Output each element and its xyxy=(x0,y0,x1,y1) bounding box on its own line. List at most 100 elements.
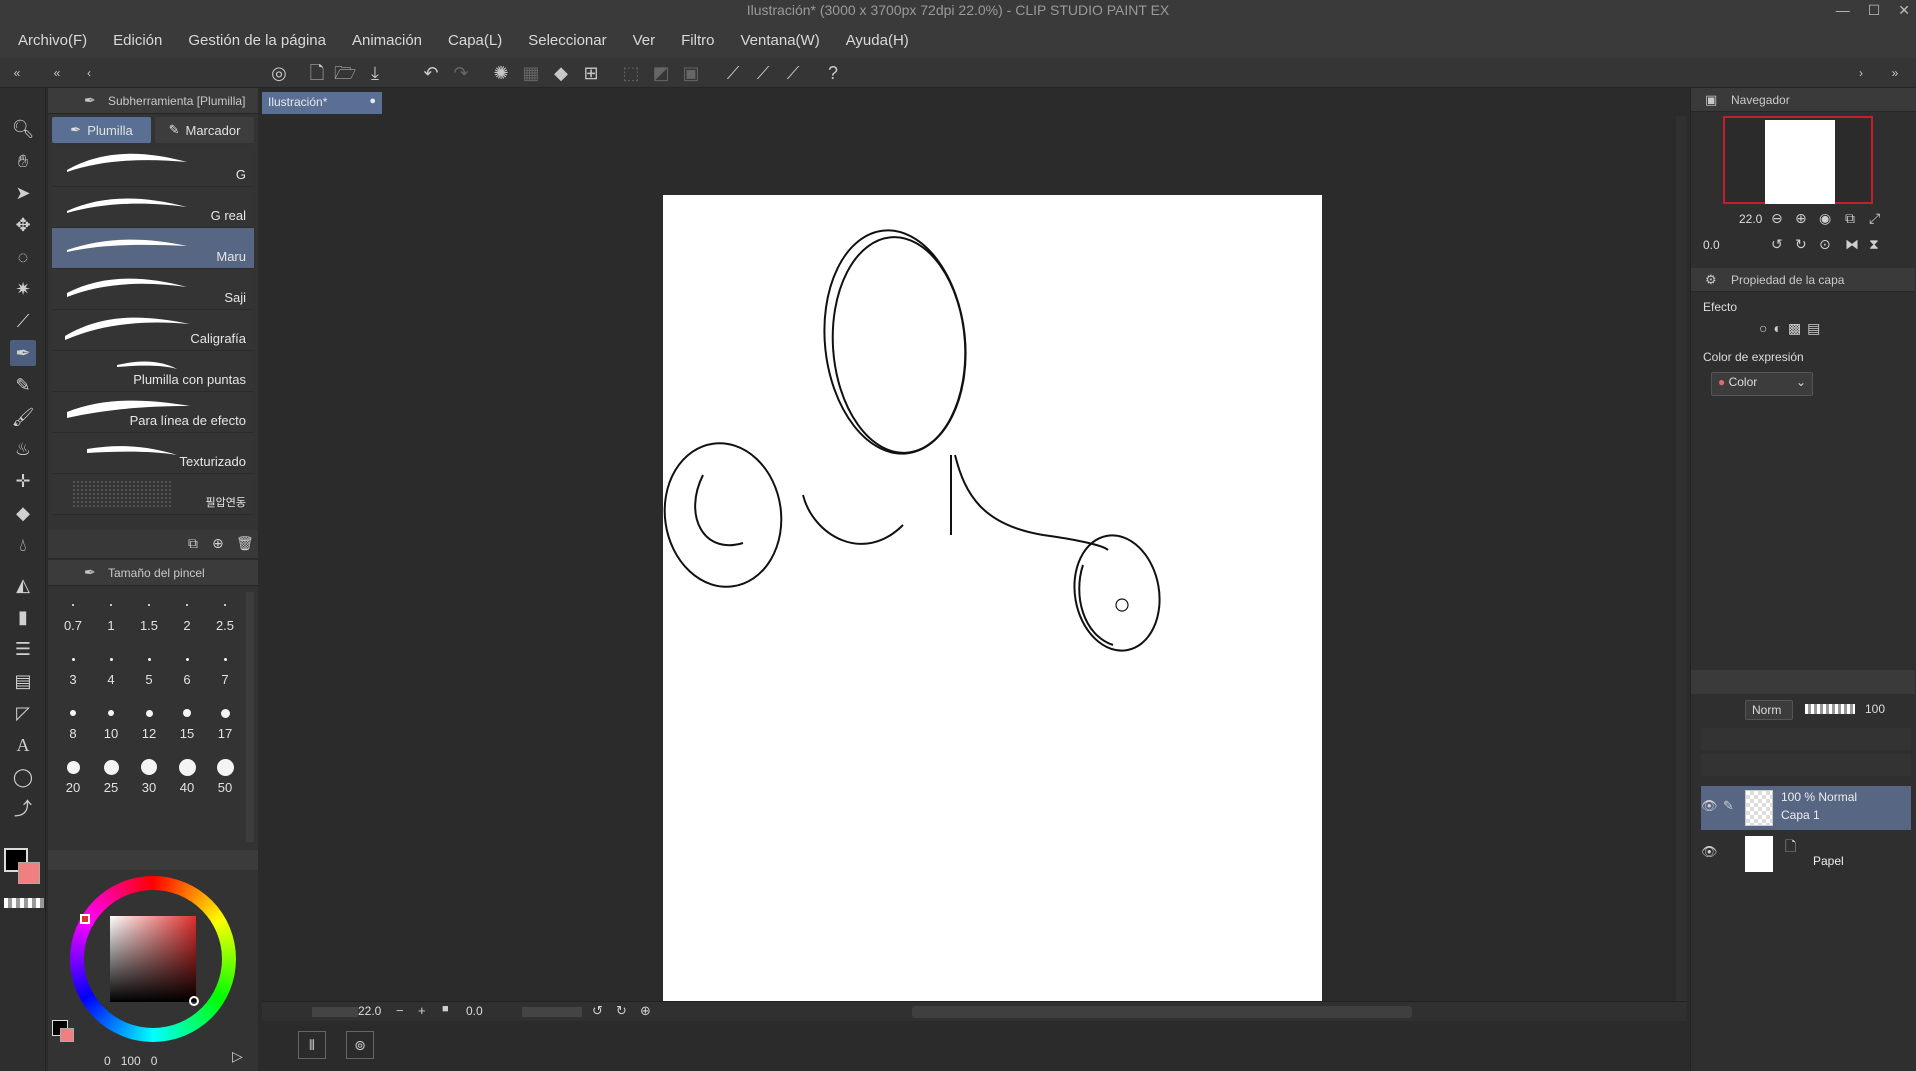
brush-item[interactable]: Plumilla con puntas xyxy=(52,351,254,392)
loading-icon[interactable]: ✺ xyxy=(490,62,512,84)
zoom-in-icon[interactable]: + xyxy=(418,1003,426,1018)
copy-subtool-icon[interactable]: ⧉ xyxy=(188,535,198,552)
eraser-icon[interactable]: ◆ xyxy=(10,500,36,526)
menu-gestion-pagina[interactable]: Gestión de la página xyxy=(188,32,326,49)
open-folder-icon[interactable]: 🗁 xyxy=(334,62,356,84)
fill-icon[interactable]: ◆ xyxy=(550,62,572,84)
brush-size-option[interactable]: 2.5 xyxy=(206,592,244,633)
eye-icon[interactable]: 👁︎ xyxy=(1701,844,1718,860)
chevron-right-icon[interactable]: › xyxy=(1850,62,1872,84)
menu-animacion[interactable]: Animación xyxy=(352,32,422,49)
brush-size-option[interactable]: 17 xyxy=(206,700,244,741)
blend-icon[interactable]: 💧︎ xyxy=(10,532,36,558)
ruler-snap-icon[interactable]: ⟋ xyxy=(722,62,744,84)
rotation-value[interactable]: 0.0 xyxy=(466,1004,483,1018)
ruler-icon[interactable]: ◸ xyxy=(10,700,36,726)
brush-size-option[interactable]: 7 xyxy=(206,646,244,687)
tab-marcador[interactable]: ✎ Marcador xyxy=(155,117,254,143)
mini-sub-color[interactable] xyxy=(60,1028,74,1042)
fit-icon[interactable]: ■ xyxy=(442,1003,449,1015)
invert-icon[interactable]: ◩ xyxy=(650,62,672,84)
zoom-out-icon[interactable]: − xyxy=(396,1003,404,1018)
settings-icon[interactable]: ⊚ xyxy=(346,1031,374,1059)
menu-ayuda[interactable]: Ayuda(H) xyxy=(846,32,909,49)
decoration-icon[interactable]: ✛ xyxy=(10,468,36,494)
brush-size-scrollbar[interactable] xyxy=(246,592,254,842)
selection-icon[interactable]: ▣ xyxy=(680,62,702,84)
brush-size-option[interactable]: 40 xyxy=(168,754,206,795)
menu-archivo[interactable]: Archivo(F) xyxy=(18,32,87,49)
flip-vertical-icon[interactable]: ⧗ xyxy=(1869,236,1879,253)
layer-item[interactable]: 👁︎ 🗋 Papel xyxy=(1701,832,1911,876)
fit-window-icon[interactable]: ⤢ xyxy=(1869,210,1880,227)
color-marker[interactable] xyxy=(189,996,199,1006)
menu-ver[interactable]: Ver xyxy=(633,32,656,49)
brush-size-option[interactable]: 15 xyxy=(168,700,206,741)
panel-icon[interactable]: ⫴ xyxy=(298,1031,326,1059)
fit-screen-icon[interactable]: ◉ xyxy=(1819,210,1831,227)
transparent-color-swatch[interactable] xyxy=(4,898,44,908)
rotate-left-icon[interactable]: ↺ xyxy=(592,1003,603,1019)
brush-item[interactable]: Saji xyxy=(52,269,254,310)
brush-size-option[interactable]: 10 xyxy=(92,700,130,741)
zoom-out-icon[interactable]: ⊖ xyxy=(1771,210,1783,227)
brush-size-option[interactable]: 4 xyxy=(92,646,130,687)
menu-capa[interactable]: Capa(L) xyxy=(448,32,502,49)
saturation-value-square[interactable] xyxy=(110,916,196,1002)
brush-size-option[interactable]: 25 xyxy=(92,754,130,795)
special-ruler-snap-icon[interactable]: ⟋ xyxy=(752,62,774,84)
frame-border-icon[interactable]: ▤ xyxy=(10,668,36,694)
flip-horizontal-icon[interactable]: ⧓ xyxy=(1845,236,1859,253)
brush-size-option[interactable]: 8 xyxy=(54,700,92,741)
reset-rotation-icon[interactable]: ⊙ xyxy=(1819,236,1831,253)
tone-icon[interactable]: ▩ xyxy=(1788,320,1801,337)
duplicate-subtool-icon[interactable]: ⊕ xyxy=(212,535,224,552)
opacity-value[interactable]: 100 xyxy=(1865,702,1885,716)
rotate-right-icon[interactable]: ↻ xyxy=(616,1003,627,1019)
save-icon[interactable]: ⤓ xyxy=(364,62,386,84)
figure-icon[interactable]: ☰ xyxy=(10,636,36,662)
airbrush-icon[interactable]: ♨ xyxy=(10,436,36,462)
gradient-icon[interactable]: ▮ xyxy=(10,604,36,630)
zoom-in-icon[interactable]: ⊕ xyxy=(1795,210,1807,227)
new-file-icon[interactable]: 🗋 xyxy=(306,62,328,84)
zoom-slider[interactable] xyxy=(312,1007,358,1017)
collapse-right-icon[interactable]: » xyxy=(1884,62,1906,84)
hand-icon[interactable]: ✋︎ xyxy=(10,148,36,174)
brush-item[interactable]: Caligrafía xyxy=(52,310,254,351)
pen-edit-icon[interactable]: ✎ xyxy=(1723,798,1734,814)
canvas-paper[interactable] xyxy=(663,195,1322,1002)
pen-icon[interactable]: ✒ xyxy=(10,340,36,366)
clear-icon[interactable]: ▦ xyxy=(520,62,542,84)
extract-line-icon[interactable]: ◐ xyxy=(1773,320,1781,337)
redo-icon[interactable]: ↷ xyxy=(450,62,472,84)
brush-icon[interactable]: 🖌︎ xyxy=(10,404,36,430)
brush-item[interactable]: Texturizado xyxy=(52,433,254,474)
navigator-preview[interactable] xyxy=(1723,116,1873,204)
canvas-vertical-scrollbar[interactable] xyxy=(1676,116,1686,1001)
brush-item[interactable]: G real xyxy=(52,187,254,228)
minimize-button[interactable]: — xyxy=(1836,2,1850,19)
close-tab-icon[interactable]: ● xyxy=(369,95,376,107)
opacity-slider[interactable] xyxy=(1805,704,1855,714)
eye-icon[interactable]: 👁︎ xyxy=(1701,798,1718,814)
eyedropper-icon[interactable]: ⟋ xyxy=(10,308,36,334)
grid-snap-icon[interactable]: ⟋ xyxy=(782,62,804,84)
help-icon[interactable]: ? xyxy=(822,62,844,84)
fill-icon[interactable]: ◭ xyxy=(10,572,36,598)
lasso-icon[interactable]: ◌ xyxy=(10,244,36,270)
pencil-icon[interactable]: ✎ xyxy=(10,372,36,398)
auto-select-icon[interactable]: ✷ xyxy=(10,276,36,302)
menu-edicion[interactable]: Edición xyxy=(113,32,162,49)
brush-size-option[interactable]: 1.5 xyxy=(130,592,168,633)
maximize-button[interactable]: ☐ xyxy=(1868,2,1881,19)
brush-size-option[interactable]: 50 xyxy=(206,754,244,795)
clip-studio-icon[interactable]: ◎ xyxy=(268,62,290,84)
text-icon[interactable]: A xyxy=(10,732,36,758)
brush-size-option[interactable]: 2 xyxy=(168,592,206,633)
actual-size-icon[interactable]: ⧉ xyxy=(1845,210,1855,227)
zoom-value[interactable]: 22.0 xyxy=(358,1004,381,1018)
brush-size-option[interactable]: 0.7 xyxy=(54,592,92,633)
transform-icon[interactable]: ⊞ xyxy=(580,62,602,84)
collapse-icon[interactable]: « xyxy=(46,62,68,84)
